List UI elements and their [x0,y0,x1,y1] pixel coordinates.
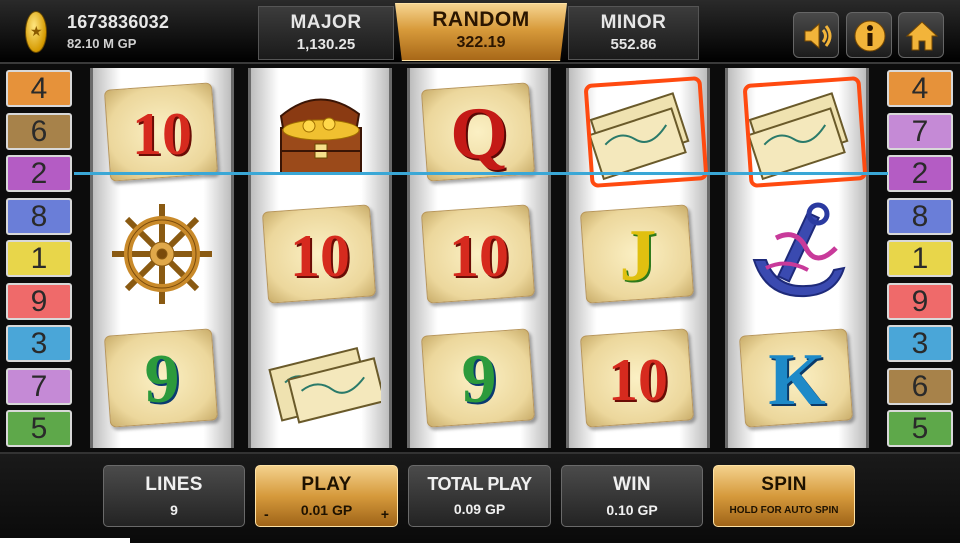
payline-badge-left-7[interactable]: 7 [6,367,72,405]
win-value: 0.10 GP [606,502,658,518]
total-play-display: TOTAL PLAY 0.09 GP [408,465,551,527]
payline-badge-left-6[interactable]: 6 [6,112,72,150]
ship-wheel-icon [101,198,223,310]
payline-badge-right-6[interactable]: 6 [887,367,953,405]
speaker-icon [804,22,832,50]
star-coin-icon: ★ [25,11,47,53]
payline-badge-right-5[interactable]: 5 [887,410,953,447]
account-id: 1673836032 [67,12,170,32]
play-value: 0.01 GP [300,502,353,518]
win-display: WIN 0.10 GP [561,465,703,527]
payline-badge-right-2[interactable]: 2 [887,155,953,192]
reel-4: J 10 [566,68,710,448]
bet-increase-button[interactable]: + [381,506,389,522]
play-bet-control[interactable]: PLAY 0.01 GP - + [255,465,398,527]
spin-label: SPIN [761,474,807,495]
bet-decrease-button[interactable]: - [264,506,269,522]
win-label: WIN [613,474,651,495]
payline-badge-right-4[interactable]: 4 [887,70,953,107]
jackpot-major-label: MAJOR [290,12,362,33]
jackpot-minor-value: 552.86 [610,36,657,53]
payline-badge-left-2[interactable]: 2 [6,155,72,192]
payline-badge-left-9[interactable]: 9 [6,282,72,320]
jackpot-random-label: RANDOM [432,8,530,31]
symbol-nine: 9 [101,322,223,434]
winning-payline [74,172,888,175]
jackpot-major-value: 1,130.25 [296,36,356,53]
info-icon [854,20,886,52]
symbol-king: K [736,322,858,434]
payline-badge-right-9[interactable]: 9 [887,282,953,320]
spin-hint: HOLD FOR AUTO SPIN [729,505,839,516]
reel-area: 462819375 472819365 10 9 10 Q 10 9 J 10 … [0,64,960,452]
symbol-nine: 9 [418,322,540,434]
play-label: PLAY [301,474,352,495]
jackpot-random-value: 322.19 [456,34,506,51]
symbol-ten: 10 [418,198,540,310]
symbol-jack: J [577,198,699,310]
payline-badge-right-3[interactable]: 3 [887,325,953,362]
symbol-ten: 10 [259,198,381,310]
reel-5: K [725,68,869,448]
account-balance: 82.10 M GP [67,36,137,51]
payline-badge-left-5[interactable]: 5 [6,410,72,447]
reel-1: 10 9 [90,68,234,448]
home-button[interactable] [898,12,944,58]
jackpot-major: MAJOR 1,130.25 [258,6,394,60]
sound-button[interactable] [793,12,839,58]
spin-button[interactable]: SPIN HOLD FOR AUTO SPIN [713,465,855,527]
home-icon [905,21,939,51]
reel-2: 10 [248,68,392,448]
total-play-label: TOTAL PLAY [427,474,532,494]
payline-badge-left-3[interactable]: 3 [6,325,72,362]
jackpot-minor-label: MINOR [600,12,667,33]
bottom-edge-strip [0,538,130,543]
jackpot-random: RANDOM 322.19 [395,3,567,61]
symbol-ten: 10 [577,322,699,434]
anchor-icon [736,198,858,310]
payline-badge-left-1[interactable]: 1 [6,240,72,277]
payline-badge-right-1[interactable]: 1 [887,240,953,277]
payline-badge-right-7[interactable]: 7 [887,112,953,150]
top-bar: ★ 1673836032 82.10 M GP MAJOR 1,130.25 R… [0,0,960,64]
bottom-controls: LINES 9 PLAY 0.01 GP - + TOTAL PLAY 0.09… [0,452,960,543]
lines-button[interactable]: LINES 9 [103,465,245,527]
total-play-value: 0.09 GP [453,501,506,517]
payline-badge-right-8[interactable]: 8 [887,197,953,235]
jackpot-minor: MINOR 552.86 [568,6,699,60]
payline-badge-left-8[interactable]: 8 [6,197,72,235]
payline-badge-left-4[interactable]: 4 [6,70,72,107]
lines-value: 9 [170,502,178,518]
map-icon [259,322,386,434]
reel-3: Q 10 9 [407,68,551,448]
info-button[interactable] [846,12,892,58]
lines-label: LINES [145,474,203,495]
